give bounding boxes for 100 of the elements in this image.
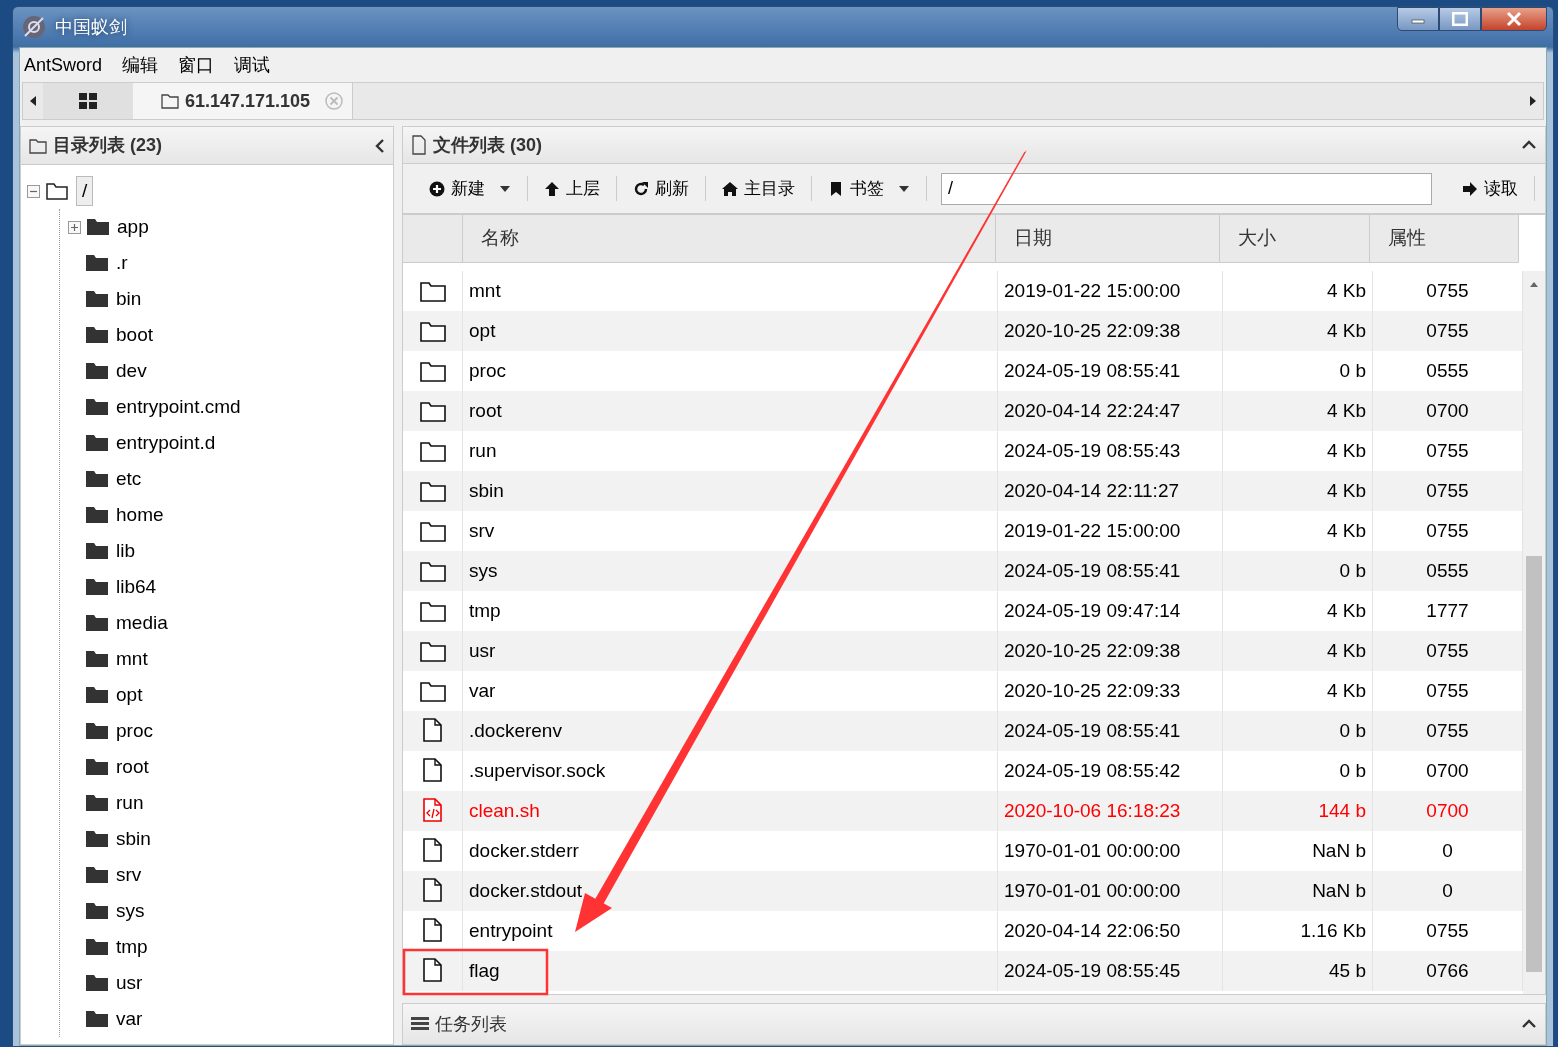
column-header[interactable]: 日期 [995, 215, 1221, 262]
file-name[interactable]: .dockerenv [469, 716, 562, 746]
folder-icon [419, 480, 446, 502]
maximize-icon [1452, 12, 1468, 26]
tree-item[interactable]: sys [116, 896, 145, 926]
tree-item[interactable]: etc [116, 464, 142, 494]
file-icon [420, 838, 445, 864]
tree-item[interactable]: var [116, 1004, 143, 1034]
panel-title: 任务列表 [435, 1012, 507, 1036]
folder-icon [419, 360, 446, 382]
tree-item[interactable]: boot [116, 320, 153, 350]
table-cell-text: 0 [1442, 878, 1453, 903]
expand-icon[interactable] [1521, 1019, 1537, 1029]
file-name[interactable]: entrypoint [469, 916, 553, 946]
column-header[interactable]: 属性 [1369, 215, 1519, 262]
column-header[interactable]: 大小 [1220, 215, 1370, 262]
table-cell-text: 0 b [1339, 558, 1366, 583]
folder-icon [86, 721, 110, 741]
path-field[interactable]: / [941, 172, 1432, 205]
table-cell-text: NaN b [1312, 838, 1366, 863]
folder-icon [419, 320, 446, 342]
tree-item[interactable]: lib [116, 536, 135, 566]
tree-item[interactable]: media [116, 608, 168, 638]
file-name[interactable]: usr [469, 636, 496, 666]
tree-item[interactable]: proc [116, 716, 153, 746]
menu-item[interactable]: 调试 [234, 51, 271, 79]
tree-item[interactable]: srv [116, 860, 142, 890]
tree-item[interactable]: root [116, 752, 149, 782]
expand-toggle-icon[interactable] [68, 220, 81, 234]
menu-item[interactable]: 编辑 [122, 51, 159, 79]
collapse-icon[interactable] [1521, 140, 1537, 150]
home-button[interactable]: 主目录 [706, 175, 812, 202]
minimize-button[interactable] [1397, 7, 1439, 31]
menu-item[interactable]: 窗口 [178, 51, 215, 79]
folder-icon [86, 469, 110, 489]
folder-icon [86, 1009, 110, 1029]
folder-icon [86, 793, 110, 813]
table-cell-text: 0555 [1426, 558, 1469, 583]
file-name[interactable]: mnt [469, 276, 501, 306]
table-cell-text: 0 [1442, 838, 1453, 863]
file-name[interactable]: tmp [469, 596, 501, 626]
table-cell-text: 2024-05-19 08:55:41 [1004, 358, 1181, 383]
file-name[interactable]: root [469, 396, 502, 426]
folder-icon [86, 937, 110, 957]
close-button[interactable] [1481, 7, 1547, 31]
table-cell-text: 0700 [1426, 758, 1469, 783]
file-name[interactable]: opt [469, 316, 496, 346]
tree-item[interactable]: lib64 [116, 572, 157, 602]
table-cell-text: 4 Kb [1326, 638, 1366, 663]
tree-item[interactable]: tmp [116, 932, 148, 962]
menu-item[interactable]: AntSword [24, 51, 103, 79]
folder-icon [419, 560, 446, 582]
refresh-button[interactable]: 刷新 [617, 175, 706, 202]
tree-item[interactable]: .r [116, 248, 128, 278]
folder-icon [419, 680, 446, 702]
table-cell-text: 144 b [1318, 798, 1366, 823]
table-cell-text: 2024-05-19 08:55:41 [1004, 558, 1181, 583]
file-name[interactable]: docker.stdout [469, 876, 583, 906]
folder-icon [87, 217, 111, 237]
collapse-icon[interactable] [375, 137, 385, 154]
file-name[interactable]: proc [469, 356, 506, 386]
file-name[interactable]: srv [469, 516, 495, 546]
table-cell-text: 2019-01-22 15:00:00 [1004, 278, 1181, 303]
folder-icon [419, 280, 446, 302]
file-name[interactable]: var [469, 676, 496, 706]
tree-item[interactable]: dev [116, 356, 147, 386]
tab[interactable]: 61.147.171.105 [133, 83, 354, 119]
read-button[interactable]: 读取 [1446, 175, 1535, 202]
collapse-toggle-icon[interactable] [27, 184, 40, 198]
scrollbar[interactable] [1523, 271, 1545, 994]
tree-item[interactable]: mnt [116, 644, 148, 674]
code-file-icon [420, 798, 445, 824]
tree-item[interactable]: sbin [116, 824, 151, 854]
table-cell-text: 2020-10-25 22:09:38 [1004, 318, 1181, 343]
tree-item[interactable]: home [116, 500, 164, 530]
folder-icon [86, 685, 110, 705]
file-name[interactable]: sbin [469, 476, 504, 506]
tree-item[interactable]: opt [116, 680, 143, 710]
file-name[interactable]: run [469, 436, 497, 466]
bookmark-button[interactable]: 书签 [812, 175, 927, 202]
table-cell-text: 0755 [1426, 638, 1469, 663]
tab[interactable] [43, 83, 133, 119]
file-name[interactable]: clean.sh [469, 796, 540, 826]
new-button[interactable]: 新建 [413, 175, 528, 202]
file-name[interactable]: flag [469, 956, 500, 986]
scrollbar-thumb[interactable] [1526, 556, 1542, 972]
tree-item[interactable]: bin [116, 284, 142, 314]
up-button[interactable]: 上层 [528, 175, 617, 202]
tree-item[interactable]: app [117, 212, 149, 242]
file-name[interactable]: sys [469, 556, 498, 586]
tree-item[interactable]: entrypoint.cmd [116, 392, 241, 422]
maximize-button[interactable] [1439, 7, 1481, 31]
folder-icon [86, 541, 110, 561]
tree-item[interactable]: usr [116, 968, 143, 998]
file-name[interactable]: docker.stderr [469, 836, 579, 866]
tree-item[interactable]: run [116, 788, 144, 818]
tree-item[interactable]: / [76, 175, 94, 207]
file-name[interactable]: .supervisor.sock [469, 756, 606, 786]
table-cell-text: 0 b [1339, 358, 1366, 383]
tree-item[interactable]: entrypoint.d [116, 428, 216, 458]
